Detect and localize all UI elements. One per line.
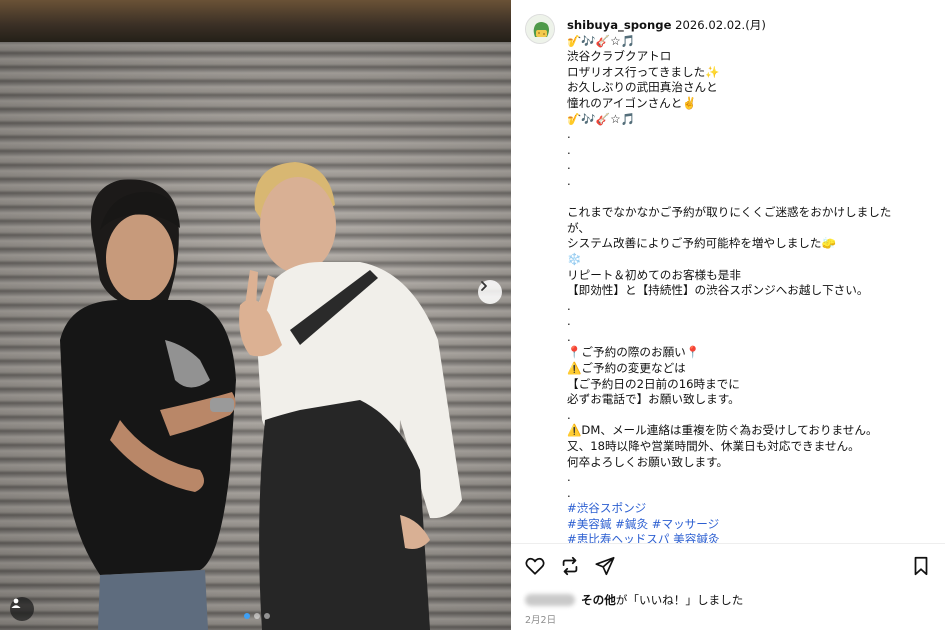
caption-area: shibuya_sponge 2026.02.02.(月) 🎷🎶🎸☆🎵 渋谷クラ… [511,0,945,543]
caption-body: 🎷🎶🎸☆🎵 渋谷クラブクアトロ ロザリオス行ってきました✨ お久しぶりの武田真治… [567,33,892,500]
carousel-next-button[interactable] [478,280,502,304]
post-side-panel: shibuya_sponge 2026.02.02.(月) 🎷🎶🎸☆🎵 渋谷クラ… [511,0,945,630]
tagged-users-button[interactable] [10,597,34,621]
avatar[interactable] [525,14,555,44]
user-icon [11,598,21,608]
carousel-dot-active [244,613,250,619]
carousel-indicator [244,613,270,619]
hashtag-line[interactable]: #恵比寿ヘッドスパ 美容鍼灸 [567,532,939,543]
post-date: 2月2日 [525,615,557,626]
profile-sponge-icon [526,15,554,43]
photo-people [60,162,462,630]
send-icon [595,556,615,576]
save-button[interactable] [909,554,933,578]
chevron-right-icon [481,281,487,291]
username-link[interactable]: shibuya_sponge [567,18,671,32]
post-photo[interactable] [0,0,511,630]
bookmark-icon [914,556,928,576]
likes-others: その他 [581,593,616,607]
heart-icon [525,557,545,575]
post-date-line: 2026.02.02.(月) [671,18,766,32]
repost-button[interactable] [558,554,582,578]
person-left [60,179,236,630]
share-button[interactable] [593,554,617,578]
likes-summary[interactable]: その他 が「いいね！」しました [525,592,743,608]
person-right [239,162,462,630]
carousel-dot [254,613,260,619]
hashtag-line[interactable]: #美容鍼 #鍼灸 #マッサージ [567,517,939,533]
action-bar: その他 が「いいね！」しました 2月2日 [511,543,945,630]
hashtag-list: #渋谷スポンジ #美容鍼 #鍼灸 #マッサージ #恵比寿ヘッドスパ 美容鍼灸 [567,501,939,543]
hashtag-line[interactable]: #渋谷スポンジ [567,501,939,517]
carousel-dot [264,613,270,619]
liker-name-blurred [525,594,575,606]
caption-text: shibuya_sponge 2026.02.02.(月) 🎷🎶🎸☆🎵 渋谷クラ… [567,18,939,501]
repost-icon [562,556,578,576]
like-button[interactable] [523,554,547,578]
likes-suffix: が「いいね！」しました [615,593,744,607]
